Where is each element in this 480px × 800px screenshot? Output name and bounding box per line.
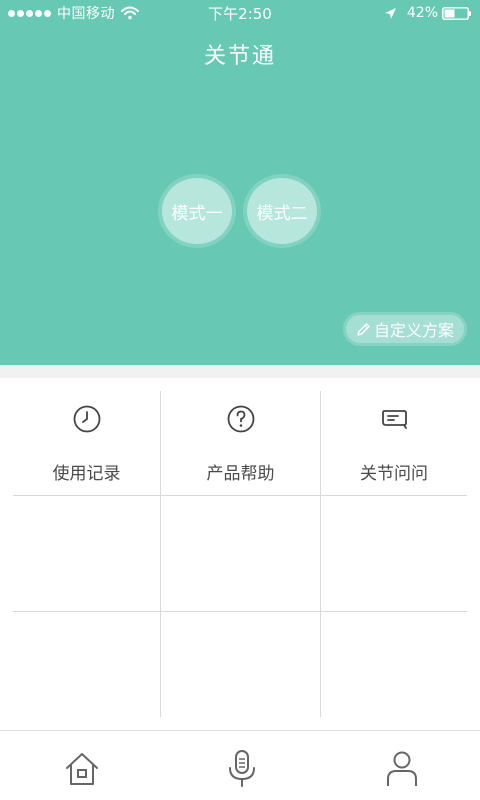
- grid-divider: [13, 611, 467, 612]
- bottom-tab-bar: [0, 730, 480, 800]
- chat-icon: [382, 410, 407, 429]
- location-arrow-icon: [384, 7, 396, 19]
- mode-one-button[interactable]: 模式一: [158, 174, 236, 248]
- page-title: 关节通: [203, 44, 276, 69]
- pencil-icon: [357, 322, 370, 336]
- battery-icon: [442, 6, 471, 20]
- question-icon: [227, 405, 254, 433]
- function-grid: 使用记录 产品帮助 关节问问: [13, 391, 467, 717]
- tab-home[interactable]: [62, 749, 102, 789]
- user-icon: [387, 751, 417, 786]
- section-divider: [0, 365, 480, 378]
- tab-voice[interactable]: [222, 749, 262, 789]
- custom-plan-button[interactable]: 自定义方案: [343, 312, 467, 346]
- home-icon: [66, 753, 98, 785]
- joint-qa-label: 关节问问: [360, 464, 428, 484]
- status-bar: 中国移动 下午2:50 42%: [0, 0, 480, 26]
- mode-two-button[interactable]: 模式二: [243, 174, 321, 248]
- header-panel: 中国移动 下午2:50 42% 关节通 模式一 模式二 自定义方案: [0, 0, 480, 365]
- custom-plan-label: 自定义方案: [373, 321, 454, 340]
- usage-records-item[interactable]: 使用记录: [13, 391, 160, 495]
- tab-profile[interactable]: [382, 749, 422, 789]
- grid-divider: [13, 495, 467, 496]
- battery-percentage: 42%: [406, 5, 438, 21]
- usage-records-label: 使用记录: [52, 464, 121, 484]
- clock-icon: [73, 405, 100, 433]
- joint-qa-item[interactable]: 关节问问: [321, 391, 467, 495]
- product-help-item[interactable]: 产品帮助: [161, 391, 320, 495]
- product-help-label: 产品帮助: [206, 464, 275, 484]
- microphone-icon: [229, 750, 255, 787]
- status-right: 42%: [384, 3, 472, 23]
